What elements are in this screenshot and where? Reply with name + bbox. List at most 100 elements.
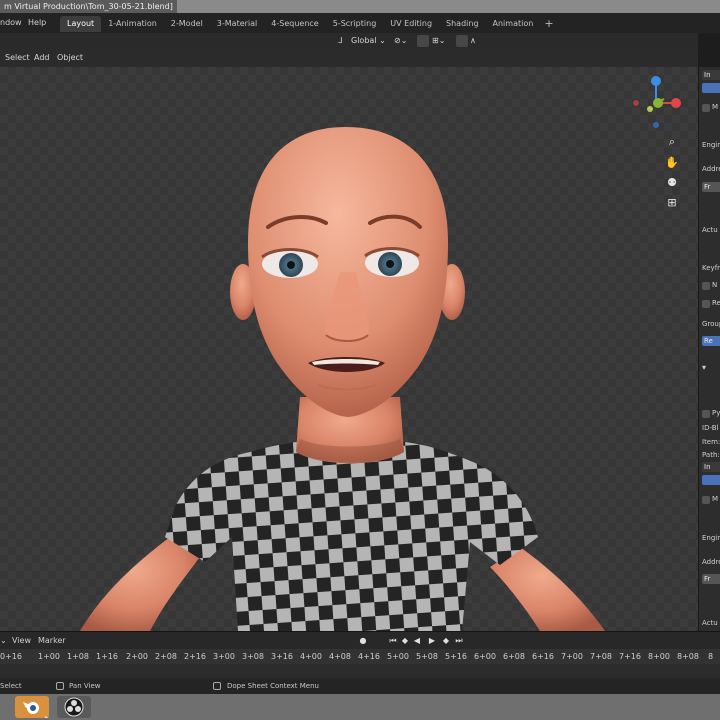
ruler-tick: 1+16 (96, 652, 118, 661)
menu-window[interactable]: ndow (0, 13, 22, 33)
timeline-ruler[interactable]: 0+16 1+00 1+08 1+16 2+00 2+08 2+16 3+00 … (0, 649, 720, 664)
transform-header: ⅃ Global ⌄ ⊘⌄ ⊞⌄ ∧ (0, 33, 698, 49)
tab-animation[interactable]: Animation (486, 16, 541, 32)
orientation-value: Global (351, 36, 377, 45)
jump-end-icon[interactable]: ⏭ (454, 636, 464, 646)
left-arm (80, 537, 200, 631)
status-bar: Select Pan View Dope Sheet Context Menu (0, 678, 720, 694)
ruler-tick: 1+08 (67, 652, 89, 661)
proportional-edit-icon[interactable] (456, 35, 468, 47)
ruler-tick: 2+08 (155, 652, 177, 661)
ruler-tick: 3+08 (242, 652, 264, 661)
panel-collapse-icon[interactable]: ▾ (702, 363, 720, 373)
timeline-editor-icon[interactable]: ⌄ (0, 632, 7, 650)
pivot-icon[interactable]: ⊘⌄ (394, 35, 407, 47)
tab-shading[interactable]: Shading (439, 16, 486, 32)
panel-tab-2[interactable]: In (702, 462, 720, 472)
panel-label-engine2: Engin (702, 534, 720, 542)
viewport-menu-object[interactable]: Object (57, 49, 83, 67)
panel-label-group: Group (702, 320, 720, 328)
window-title: m Virtual Production\Tom_30-05-21.blend] (0, 0, 177, 13)
panel-label-re: Re (712, 299, 720, 307)
falloff-icon[interactable]: ∧ (470, 35, 476, 47)
3d-viewport[interactable]: ⌕ ✋ ⚉ ⊞ (0, 67, 698, 631)
y-axis-icon[interactable] (653, 98, 663, 108)
tab-layout[interactable]: Layout (60, 16, 102, 32)
ruler-tick: 4+08 (329, 652, 351, 661)
snap-target-icon[interactable]: ⊞⌄ (432, 35, 445, 47)
properties-panel: In M Engin Addre Fr Actu Keyfr N Re Grou… (698, 67, 720, 631)
orientation-dropdown[interactable]: Global ⌄ (351, 35, 386, 47)
play-icon[interactable]: ▶ (427, 636, 437, 646)
timeline-track[interactable] (0, 664, 720, 678)
x-axis-icon[interactable] (671, 98, 681, 108)
tab-uv-editing[interactable]: UV Editing (383, 16, 439, 32)
ruler-tick: 4+00 (300, 652, 322, 661)
ruler-tick: 1+00 (38, 652, 60, 661)
os-taskbar (0, 694, 720, 720)
panel-field-1[interactable]: Fr (702, 182, 720, 192)
character-render (80, 127, 605, 631)
panel-checkbox-m1[interactable] (702, 104, 710, 112)
panel-label-address2: Addre (702, 558, 720, 566)
tab-2-model[interactable]: 2-Model (164, 16, 210, 32)
ruler-tick: 5+08 (416, 652, 438, 661)
ruler-tick: 3+16 (271, 652, 293, 661)
panel-checkbox-m2[interactable] (702, 496, 710, 504)
add-workspace-button[interactable]: + (540, 16, 557, 32)
panel-tab[interactable]: In (702, 70, 720, 80)
panel-group-button[interactable]: Re (702, 336, 720, 346)
viewport-menu-add[interactable]: Add (34, 49, 50, 67)
z-axis-icon[interactable] (651, 76, 661, 86)
ruler-tick: 7+00 (561, 652, 583, 661)
tab-1-animation[interactable]: 1-Animation (101, 16, 164, 32)
panel-active-button-2[interactable] (702, 475, 720, 485)
tab-3-material[interactable]: 3-Material (210, 16, 264, 32)
panel-label-n: N (712, 281, 718, 289)
ruler-tick: 7+16 (619, 652, 641, 661)
camera-icon[interactable]: ⚉ (665, 176, 679, 190)
neg-y-axis-icon[interactable] (647, 106, 653, 112)
panel-checkbox-py[interactable] (702, 410, 710, 418)
blender-logo-icon (23, 702, 49, 718)
next-keyframe-icon[interactable]: ◆ (441, 636, 451, 646)
panel-checkbox-re[interactable] (702, 300, 710, 308)
timeline-menu-marker[interactable]: Marker (38, 632, 66, 650)
timeline-header: ⌄ View Marker ● ⏮ ◆ ◀ ▶ ◆ ⏭ (0, 631, 720, 650)
timeline-menu-view[interactable]: View (12, 632, 31, 650)
pan-hand-icon[interactable]: ✋ (665, 156, 679, 170)
status-context-menu: Dope Sheet Context Menu (227, 682, 319, 690)
panel-label-m2: M (712, 495, 719, 503)
play-reverse-icon[interactable]: ◀ (412, 636, 422, 646)
taskbar-app-obs[interactable] (57, 696, 91, 718)
ruler-tick: 8 (708, 652, 714, 661)
window-titlebar: m Virtual Production\Tom_30-05-21.blend] (0, 0, 720, 13)
top-menubar: ndow Help Layout 1-Animation 2-Model 3-M… (0, 13, 720, 33)
panel-label-m1: M (712, 103, 719, 111)
mouse-middle-icon (56, 682, 64, 690)
zoom-icon[interactable]: ⌕ (665, 135, 679, 149)
taskbar-app-blender[interactable] (15, 696, 49, 718)
ruler-tick: 8+00 (648, 652, 670, 661)
snap-toggle-icon[interactable] (417, 35, 429, 47)
ruler-tick: 0+16 (0, 652, 22, 661)
tab-4-sequence[interactable]: 4-Sequence (264, 16, 325, 32)
viewport-navigation: ⌕ ✋ ⚉ ⊞ (628, 73, 684, 223)
menu-help[interactable]: Help (28, 13, 46, 33)
grid-icon[interactable]: ⊞ (665, 196, 679, 210)
jump-start-icon[interactable]: ⏮ (388, 636, 398, 646)
axis-gizmo[interactable] (628, 73, 684, 133)
neg-x-axis-icon[interactable] (633, 100, 639, 106)
panel-field-2[interactable]: Fr (702, 574, 720, 584)
panel-checkbox-n[interactable] (702, 282, 710, 290)
ruler-tick: 2+00 (126, 652, 148, 661)
viewport-header: Select Add Object (0, 49, 698, 67)
panel-label-id-block: ID-Bl (702, 424, 719, 432)
panel-label-actual1: Actu (702, 226, 718, 234)
neg-z-axis-icon[interactable] (653, 122, 659, 128)
prev-keyframe-icon[interactable]: ◆ (400, 636, 410, 646)
panel-active-button[interactable] (702, 83, 720, 93)
record-icon[interactable]: ● (358, 636, 368, 646)
tab-5-scripting[interactable]: 5-Scripting (326, 16, 384, 32)
viewport-menu-select[interactable]: Select (5, 49, 30, 67)
